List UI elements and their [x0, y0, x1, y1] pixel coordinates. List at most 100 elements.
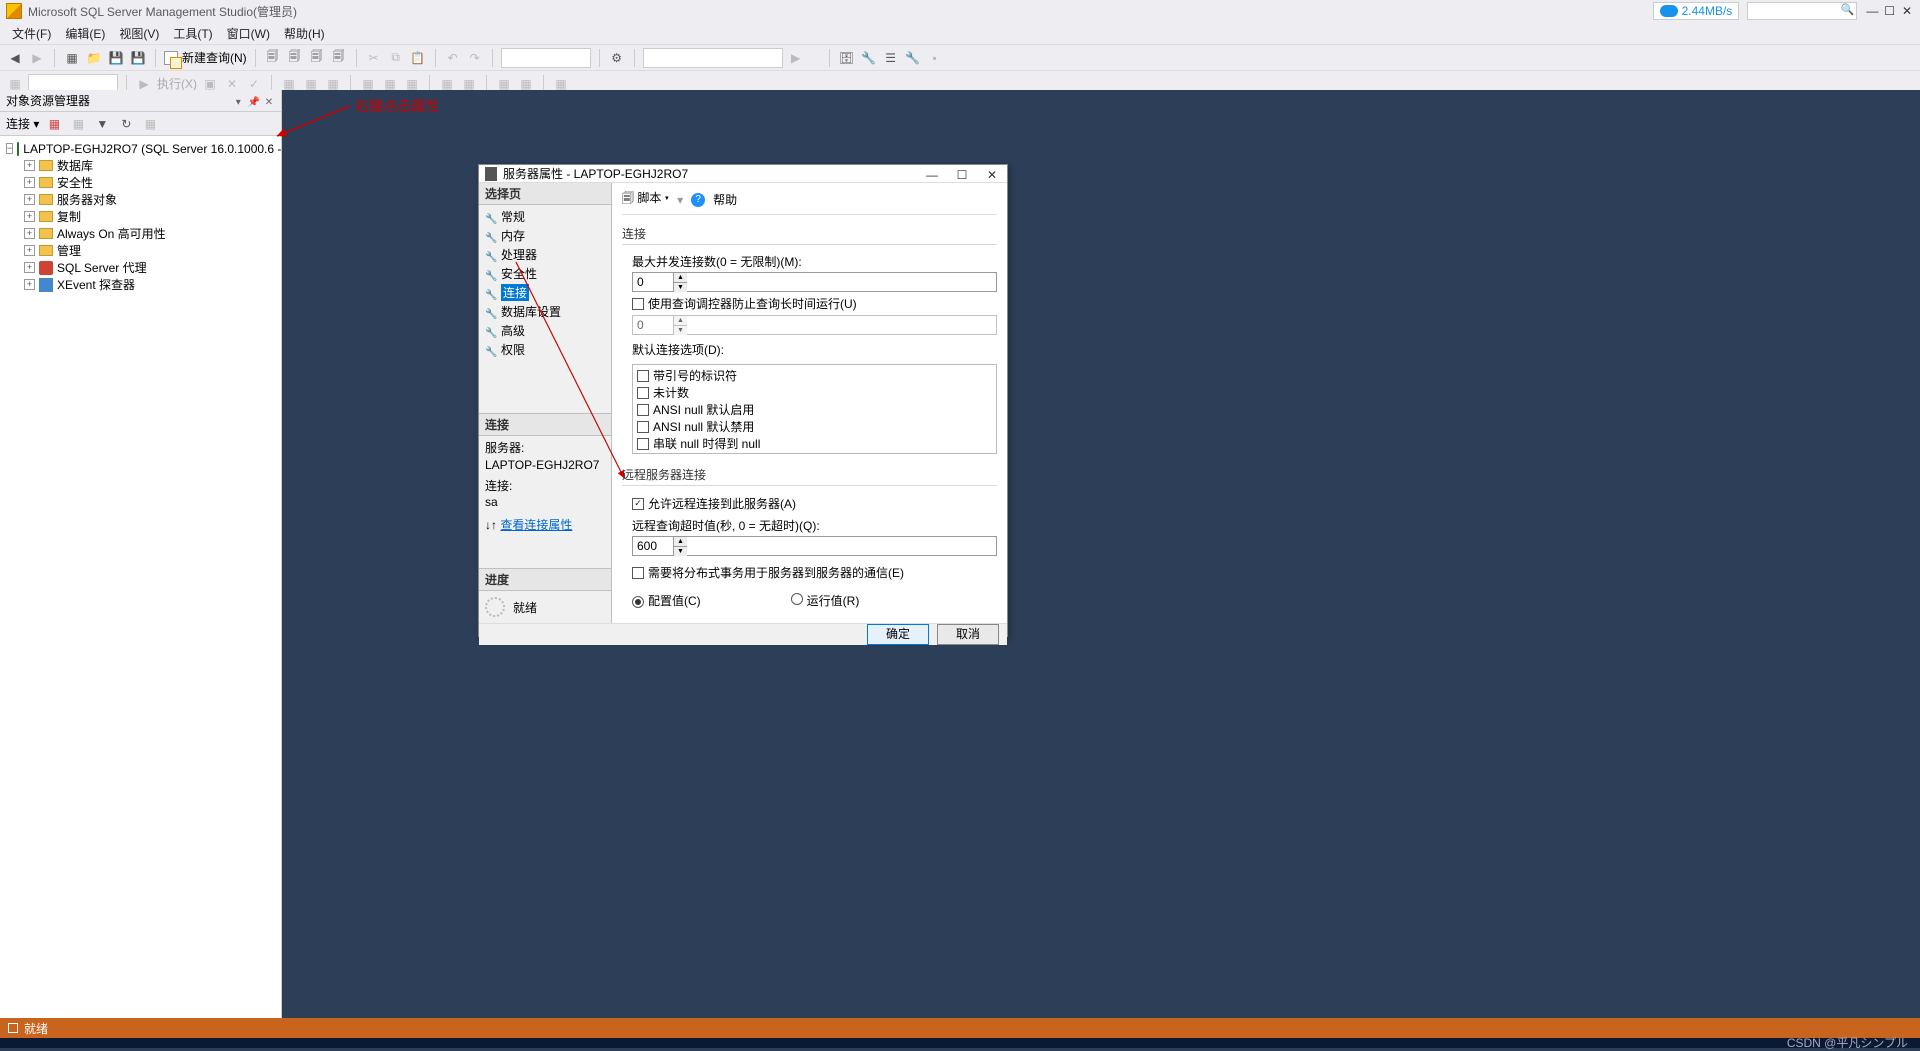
tool-extra-icon[interactable]: ▪ [926, 49, 944, 67]
tool-wrench-icon[interactable]: 🔧 [860, 49, 878, 67]
save-icon[interactable]: 💾 [107, 49, 125, 67]
close-button[interactable]: ✕ [1900, 4, 1914, 18]
security-node[interactable]: +安全性 [0, 174, 281, 191]
oe-close-icon[interactable]: ✕ [263, 97, 275, 108]
default-options-list[interactable]: 带引号的标识符 未计数 ANSI null 默认启用 ANSI null 默认禁… [632, 364, 997, 454]
nav-permissions[interactable]: 权限 [479, 340, 611, 359]
open-icon[interactable]: 📁 [85, 49, 103, 67]
cloud-speed-badge[interactable]: 2.44MB/s [1653, 2, 1740, 20]
wrench-icon [485, 268, 497, 280]
script-button[interactable]: 🗐 脚本 ▾ [622, 189, 669, 210]
governor-checkbox[interactable] [632, 298, 644, 310]
server-value: LAPTOP-EGHJ2RO7 [485, 457, 605, 474]
dmx-query-icon[interactable]: 🗐 [308, 49, 326, 67]
oe-refresh-icon[interactable]: ↻ [117, 115, 135, 133]
nav-connections[interactable]: 连接 [479, 283, 611, 302]
menu-view[interactable]: 视图(V) [113, 23, 165, 44]
replication-node[interactable]: +复制 [0, 208, 281, 225]
dialog-titlebar[interactable]: 服务器属性 - LAPTOP-EGHJ2RO7 — ☐ ✕ [479, 165, 1007, 183]
oe-disconnect-icon[interactable]: ▦ [45, 115, 63, 133]
oe-filter-icon[interactable]: ▼ [93, 115, 111, 133]
solution-combo[interactable] [501, 48, 591, 68]
nav-processors[interactable]: 处理器 [479, 245, 611, 264]
nav-advanced[interactable]: 高级 [479, 321, 611, 340]
maximize-button[interactable]: ☐ [1883, 4, 1897, 18]
registered-servers-icon[interactable]: 🗄 [838, 49, 856, 67]
expand-icon[interactable]: + [24, 262, 35, 273]
menu-window[interactable]: 窗口(W) [221, 23, 276, 44]
taskbar-edge [0, 1038, 1920, 1048]
nav-back-icon[interactable]: ◀ [6, 49, 24, 67]
help-button[interactable]: 帮助 [713, 191, 737, 208]
minimize-button[interactable]: — [1865, 4, 1879, 18]
cloud-speed: 2.44MB/s [1682, 4, 1733, 18]
oe-dropdown-icon[interactable]: ▾ [232, 97, 244, 108]
cut-icon[interactable]: ✂ [365, 49, 383, 67]
undo-icon[interactable]: ↶ [444, 49, 462, 67]
nav-fwd-icon[interactable]: ▶ [28, 49, 46, 67]
expand-icon[interactable]: + [24, 177, 35, 188]
alwayson-node[interactable]: +Always On 高可用性 [0, 225, 281, 242]
mdx-query-icon[interactable]: 🗐 [286, 49, 304, 67]
require-dist-checkbox[interactable] [632, 567, 644, 579]
remote-timeout-input[interactable]: ▲▼ [632, 536, 997, 556]
expand-icon[interactable]: + [24, 194, 35, 205]
new-item-icon[interactable]: ▦ [63, 49, 81, 67]
redo-icon[interactable]: ↷ [466, 49, 484, 67]
cancel-button[interactable]: 取消 [937, 624, 999, 645]
opt-checkbox[interactable] [637, 404, 649, 416]
quick-launch-search[interactable] [1747, 2, 1857, 20]
running-radio[interactable]: 运行值(R) [791, 592, 860, 609]
management-node[interactable]: +管理 [0, 242, 281, 259]
opt-checkbox[interactable] [637, 387, 649, 399]
max-connections-input[interactable]: ▲▼ [632, 272, 997, 292]
menu-edit[interactable]: 编辑(E) [59, 23, 111, 44]
oe-pin-icon[interactable]: 📌 [248, 97, 260, 108]
oe-more-icon[interactable]: ▦ [141, 115, 159, 133]
nav-memory[interactable]: 内存 [479, 226, 611, 245]
nav-security[interactable]: 安全性 [479, 264, 611, 283]
server-node[interactable]: − LAPTOP-EGHJ2RO7 (SQL Server 16.0.1000.… [0, 140, 281, 157]
xmla-query-icon[interactable]: 🗐 [330, 49, 348, 67]
opt-checkbox[interactable] [637, 370, 649, 382]
opt-checkbox[interactable] [637, 421, 649, 433]
wrench-icon [485, 211, 497, 223]
start-debug-icon[interactable]: ▶ [787, 49, 805, 67]
tool-template-icon[interactable]: 🔧 [904, 49, 922, 67]
governor-value-input[interactable]: ▲▼ [632, 315, 997, 335]
tool-options-icon[interactable]: ☰ [882, 49, 900, 67]
expand-icon[interactable]: + [24, 160, 35, 171]
wrench-icon [485, 230, 497, 242]
server-properties-dialog: 服务器属性 - LAPTOP-EGHJ2RO7 — ☐ ✕ 选择页 常规 内存 … [478, 164, 1008, 637]
object-explorer-tree[interactable]: − LAPTOP-EGHJ2RO7 (SQL Server 16.0.1000.… [0, 136, 281, 1020]
expand-icon[interactable]: + [24, 211, 35, 222]
ok-button[interactable]: 确定 [867, 624, 929, 645]
collapse-icon[interactable]: − [6, 143, 13, 154]
allow-remote-checkbox[interactable]: ✓ [632, 498, 644, 510]
expand-icon[interactable]: + [24, 228, 35, 239]
menu-help[interactable]: 帮助(H) [278, 23, 331, 44]
menu-tools[interactable]: 工具(T) [167, 23, 218, 44]
db-engine-query-icon[interactable]: 🗐 [264, 49, 282, 67]
oe-stop-icon[interactable]: ▦ [69, 115, 87, 133]
view-connection-link[interactable]: 查看连接属性 [500, 518, 572, 532]
expand-icon[interactable]: + [24, 245, 35, 256]
databases-node[interactable]: +数据库 [0, 157, 281, 174]
save-all-icon[interactable]: 💾 [129, 49, 147, 67]
menu-file[interactable]: 文件(F) [6, 23, 57, 44]
oe-connect-button[interactable]: 连接 ▾ [6, 115, 39, 132]
server-objects-node[interactable]: +服务器对象 [0, 191, 281, 208]
new-query-button[interactable]: 新建查询(N) [164, 49, 247, 66]
configured-radio[interactable]: 配置值(C) [632, 592, 701, 609]
paste-icon[interactable]: 📋 [409, 49, 427, 67]
nav-db-settings[interactable]: 数据库设置 [479, 302, 611, 321]
sql-agent-node[interactable]: +SQL Server 代理 [0, 259, 281, 276]
activity-monitor-icon[interactable]: ⚙ [608, 49, 626, 67]
xevent-node[interactable]: +XEvent 探查器 [0, 276, 281, 293]
expand-icon[interactable]: + [24, 279, 35, 290]
nav-general[interactable]: 常规 [479, 207, 611, 226]
help-icon[interactable]: ? [691, 193, 705, 207]
copy-icon[interactable]: ⧉ [387, 49, 405, 67]
opt-checkbox[interactable] [637, 438, 649, 450]
debug-target-combo[interactable] [643, 48, 783, 68]
